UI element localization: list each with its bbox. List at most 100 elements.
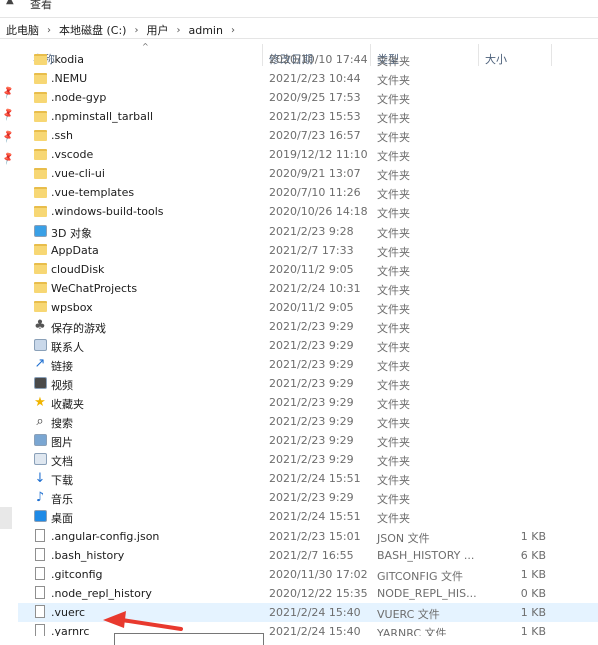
file-type: JSON 文件 xyxy=(377,531,430,545)
file-date: 2021/2/23 9:29 xyxy=(269,338,354,352)
file-date: 2020/9/25 17:53 xyxy=(269,91,361,105)
file-type: GITCONFIG 文件 xyxy=(377,569,464,583)
pin-icon[interactable]: 📌 xyxy=(1,86,16,100)
file-type: 文件夹 xyxy=(377,493,410,507)
folder-icon xyxy=(33,185,47,199)
file-row[interactable]: .vuerc 2021/2/24 15:40 VUERC 文件 1 KB xyxy=(18,602,598,622)
links-icon: ↗ xyxy=(34,356,46,372)
file-type: 文件夹 xyxy=(377,379,410,393)
file-name: .vuerc xyxy=(51,605,86,619)
folder-icon xyxy=(33,71,47,85)
file-name: wpsbox xyxy=(51,300,93,314)
pin-icon[interactable]: 📌 xyxy=(1,130,16,144)
3d-objects-icon xyxy=(33,224,47,238)
file-date: 2021/2/7 17:33 xyxy=(269,243,354,257)
file-row[interactable]: ♪ 音乐 2021/2/23 9:29 文件夹 xyxy=(18,488,598,507)
file-name: 联系人 xyxy=(51,340,84,354)
file-row[interactable]: 视频 2021/2/23 9:29 文件夹 xyxy=(18,374,598,393)
pin-icon[interactable]: 📌 xyxy=(1,108,16,122)
chevron-right-icon[interactable]: › xyxy=(176,25,180,36)
file-icon xyxy=(33,567,47,581)
file-type: 文件夹 xyxy=(377,283,410,297)
file-date: 2021/2/23 9:29 xyxy=(269,357,354,371)
file-row[interactable]: .node_repl_history 2020/12/22 15:35 NODE_R… xyxy=(18,584,598,603)
navigation-pane: 📌 📌 📌 📌 xyxy=(0,40,18,645)
address-bar[interactable]: 此电脑 › 本地磁盘 (C:) › 用户 › admin › xyxy=(0,17,598,39)
file-row[interactable]: .NEMU 2021/2/23 10:44 文件夹 xyxy=(18,69,598,88)
file-row[interactable]: WeChatProjects 2021/2/24 10:31 文件夹 xyxy=(18,279,598,298)
crumb-users[interactable]: 用户 xyxy=(146,22,168,38)
file-row[interactable]: .yarnrc 2021/2/24 15:40 YARNRC 文件 1 KB xyxy=(18,622,598,636)
folder-icon xyxy=(33,147,47,161)
crumb-this-pc[interactable]: 此电脑 xyxy=(6,22,39,38)
file-date: 2021/2/23 9:29 xyxy=(269,434,354,448)
file-row[interactable]: .vue-templates 2020/7/10 11:26 文件夹 xyxy=(18,183,598,202)
file-name: 链接 xyxy=(51,359,73,373)
file-date: 2021/2/23 9:29 xyxy=(269,377,354,391)
file-type: 文件夹 xyxy=(377,264,410,278)
file-row[interactable]: .windows-build-tools 2020/10/26 14:18 文件夹 xyxy=(18,202,598,221)
file-type: 文件夹 xyxy=(377,340,410,354)
file-icon xyxy=(33,548,47,562)
file-icon xyxy=(33,605,47,619)
file-row[interactable]: AppData 2021/2/7 17:33 文件夹 xyxy=(18,241,598,260)
file-row[interactable]: ★ 收藏夹 2021/2/23 9:29 文件夹 xyxy=(18,393,598,412)
favorites-icon: ★ xyxy=(34,394,46,410)
file-row[interactable]: ⌕ 搜索 2021/2/23 9:29 文件夹 xyxy=(18,412,598,431)
crumb-admin[interactable]: admin xyxy=(188,24,222,37)
file-row[interactable]: .npminstall_tarball 2021/2/23 15:53 文件夹 xyxy=(18,107,598,126)
crumb-local-disk[interactable]: 本地磁盘 (C:) xyxy=(59,22,126,38)
folder-icon xyxy=(33,90,47,104)
file-name: .vscode xyxy=(51,148,94,162)
file-type: 文件夹 xyxy=(377,321,410,335)
file-row[interactable]: .node-gyp 2020/9/25 17:53 文件夹 xyxy=(18,88,598,107)
file-type: 文件夹 xyxy=(377,93,410,107)
file-name: .node_repl_history xyxy=(51,586,152,600)
ribbon-expand-icon[interactable]: ▲ xyxy=(6,0,14,6)
file-row[interactable]: .ssh 2020/7/23 16:57 文件夹 xyxy=(18,126,598,145)
folder-icon xyxy=(33,109,47,123)
file-row[interactable]: ♣ 保存的游戏 2021/2/23 9:29 文件夹 xyxy=(18,317,598,336)
file-row[interactable]: ↗ 链接 2021/2/23 9:29 文件夹 xyxy=(18,355,598,374)
file-date: 2021/2/23 9:29 xyxy=(269,396,354,410)
chevron-right-icon[interactable]: › xyxy=(134,25,138,36)
file-name: 搜索 xyxy=(51,417,73,431)
file-date: 2021/2/23 9:28 xyxy=(269,224,354,238)
breadcrumb: 此电脑 › 本地磁盘 (C:) › 用户 › admin › xyxy=(6,22,243,38)
file-row[interactable]: .vue-cli-ui 2020/9/21 13:07 文件夹 xyxy=(18,164,598,183)
chevron-right-icon[interactable]: › xyxy=(231,25,235,36)
folder-icon xyxy=(33,128,47,142)
file-type: 文件夹 xyxy=(377,398,410,412)
file-row[interactable]: .vscode 2019/12/12 11:10 文件夹 xyxy=(18,145,598,164)
file-row[interactable]: 联系人 2021/2/23 9:29 文件夹 xyxy=(18,336,598,355)
file-row[interactable]: ↓ 下载 2021/2/24 15:51 文件夹 xyxy=(18,469,598,488)
file-row[interactable]: 图片 2021/2/23 9:29 文件夹 xyxy=(18,431,598,450)
file-row[interactable]: wpsbox 2020/11/2 9:05 文件夹 xyxy=(18,298,598,317)
file-row[interactable]: .angular-config.json 2021/2/23 15:01 JSON … xyxy=(18,527,598,546)
file-date: 2021/2/23 9:29 xyxy=(269,415,354,429)
ribbon: ▲ 查看 xyxy=(0,0,598,12)
file-name: .gitconfig xyxy=(51,567,103,581)
downloads-icon: ↓ xyxy=(34,470,46,486)
file-row[interactable]: .bash_history 2021/2/7 16:55 BASH_HISTORY … xyxy=(18,546,598,565)
file-row[interactable]: 文档 2021/2/23 9:29 文件夹 xyxy=(18,450,598,469)
file-type: 文件夹 xyxy=(377,131,410,145)
file-row[interactable]: cloudDisk 2020/11/2 9:05 文件夹 xyxy=(18,260,598,279)
file-type: 文件夹 xyxy=(377,436,410,450)
file-date: 2021/2/23 15:53 xyxy=(269,110,361,124)
file-row[interactable]: .kodia 2020/10/10 17:44 文件夹 xyxy=(18,50,598,69)
file-date: 2021/2/23 15:01 xyxy=(269,529,361,543)
file-row[interactable]: 桌面 2021/2/24 15:51 文件夹 xyxy=(18,507,598,526)
file-date: 2020/11/2 9:05 xyxy=(269,300,354,314)
file-row[interactable]: 3D 对象 2021/2/23 9:28 文件夹 xyxy=(18,222,598,241)
file-name: WeChatProjects xyxy=(51,281,138,295)
tab-view[interactable]: 查看 xyxy=(30,0,52,12)
searches-icon: ⌕ xyxy=(36,413,44,429)
file-date: 2021/2/23 9:29 xyxy=(269,453,354,467)
file-size: 1 KB xyxy=(520,529,546,543)
pictures-icon xyxy=(33,433,47,447)
videos-icon xyxy=(33,376,47,390)
pin-icon[interactable]: 📌 xyxy=(1,152,16,166)
chevron-right-icon[interactable]: › xyxy=(47,25,51,36)
file-row[interactable]: .gitconfig 2020/11/30 17:02 GITCONFIG 文件 1 … xyxy=(18,565,598,584)
